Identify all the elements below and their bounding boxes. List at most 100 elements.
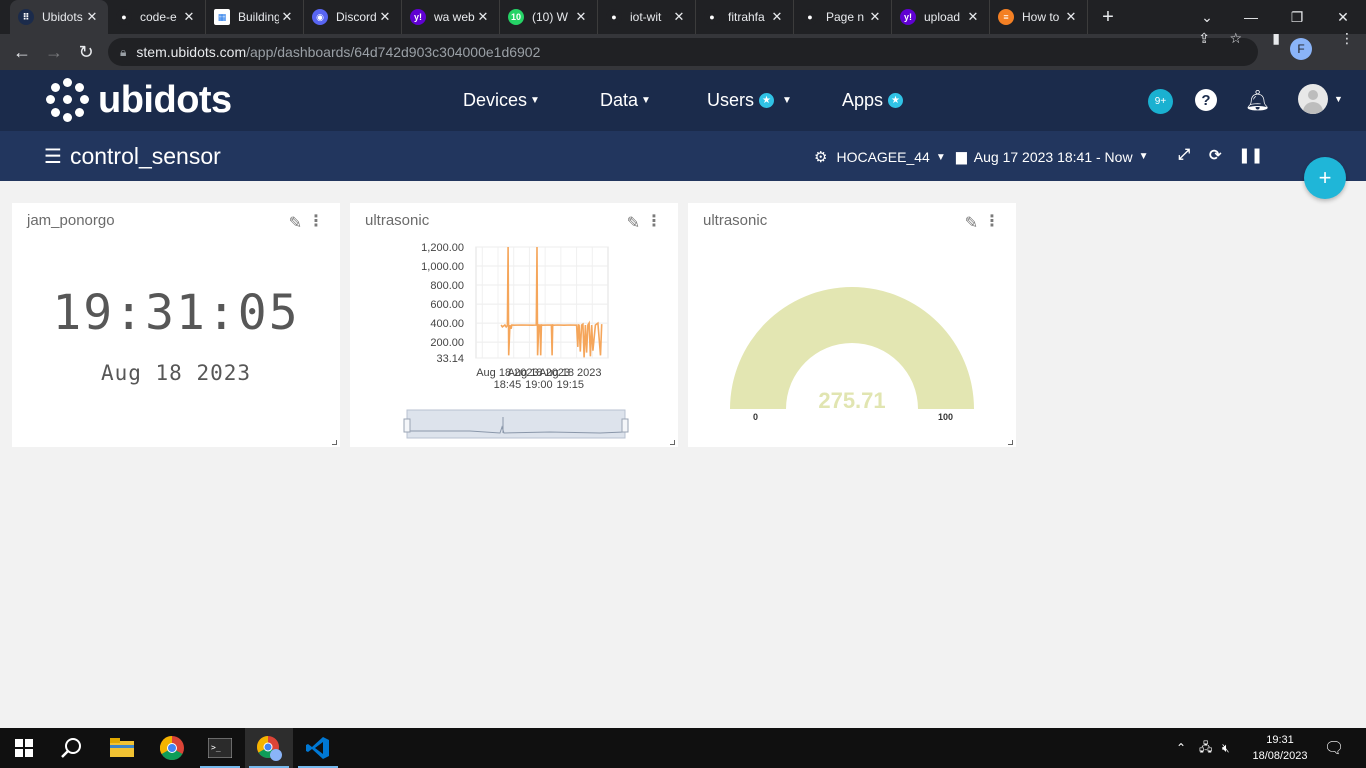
y-tick-label: 33.14 — [436, 353, 464, 365]
hamburger-icon[interactable]: ☰ — [44, 144, 62, 169]
nav-devices[interactable]: Devices ▼ — [463, 90, 540, 111]
browser-tab-label: wa web — [434, 10, 475, 24]
browser-tab[interactable]: y! wa web ✕ — [402, 0, 500, 34]
clock-time-text: 19:31 — [1266, 734, 1294, 746]
browser-tab-label: iot-wit — [630, 10, 662, 24]
date-range-selector[interactable]: ▆ Aug 17 2023 18:41 - Now ▼ — [956, 148, 1148, 165]
pause-icon[interactable]: ❚❚ — [1238, 146, 1263, 164]
resize-handle[interactable] — [332, 440, 337, 445]
line-chart[interactable]: 1,200.00 1,000.00 800.00 600.00 400.00 200.00… — [350, 203, 678, 447]
browser-tab[interactable]: ● iot-wit ✕ — [598, 0, 696, 34]
y-tick-label: 800.00 — [430, 280, 464, 292]
dashboard-title[interactable]: ☰ control_sensor — [44, 143, 221, 170]
browser-tab[interactable]: ◉ Discord ✕ — [304, 0, 402, 34]
caret-down-icon: ▼ — [530, 95, 540, 106]
browser-tab[interactable]: ● fitrahfa ✕ — [696, 0, 794, 34]
star-badge-icon: ★ — [888, 93, 904, 108]
nav-devices-label: Devices — [463, 90, 528, 110]
gauge-value: 275.71 — [818, 388, 886, 413]
browser-tab[interactable]: y! upload ✕ — [892, 0, 990, 34]
terminal-icon[interactable]: >_ — [196, 728, 244, 768]
close-tab-icon[interactable]: ✕ — [279, 9, 295, 25]
reload-icon[interactable]: ↻ — [70, 36, 102, 68]
menu-kebab-icon[interactable]: ⋮ — [1340, 30, 1354, 47]
network-icon[interactable]: 🖧︎ — [1199, 728, 1212, 768]
nav-apps[interactable]: Apps ★ — [842, 90, 904, 111]
browser-tab[interactable]: ▦ Building ✕ — [206, 0, 304, 34]
x-tick-label: 18:45 — [494, 379, 522, 391]
browser-tab-strip: ⠿ Ubidots ✕ ● code-e ✕ ▦ Building ✕ ◉ Discord ✕ y! wa… — [0, 0, 1366, 34]
ubidots-logo-text: ubidots — [98, 78, 232, 121]
help-icon[interactable]: ? — [1195, 89, 1217, 111]
browser-tab[interactable]: ⠿ Ubidots ✕ — [10, 0, 108, 34]
user-avatar[interactable] — [1298, 84, 1328, 114]
close-tab-icon[interactable]: ✕ — [84, 9, 100, 25]
yahoo-icon: y! — [900, 9, 916, 25]
close-tab-icon[interactable]: ✕ — [965, 9, 981, 25]
svg-text:>_: >_ — [211, 743, 221, 752]
system-clock[interactable]: 19:31 18/08/2023 — [1250, 732, 1310, 764]
y-tick-label: 400.00 — [430, 318, 464, 330]
y-tick-label: 1,200.00 — [421, 242, 464, 254]
more-options-icon[interactable]: ⋮ — [308, 211, 324, 231]
show-hidden-icons[interactable]: ⌃ — [1176, 728, 1186, 768]
resize-handle[interactable] — [1008, 440, 1013, 445]
windows-start-icon[interactable] — [0, 728, 48, 768]
close-tab-icon[interactable]: ✕ — [181, 9, 197, 25]
search-icon[interactable] — [48, 728, 96, 768]
clock-widget: jam_ponorgo ✎ ⋮ 19:31:05 Aug 18 2023 — [12, 203, 340, 447]
fullscreen-icon[interactable]: ⤢ — [1178, 146, 1190, 163]
browser-tab[interactable]: ● Page n ✕ — [794, 0, 892, 34]
caret-down-icon: ▼ — [782, 95, 792, 106]
close-tab-icon[interactable]: ✕ — [671, 9, 687, 25]
windows-taskbar: >_ ⌃ 🖧︎ 🔇︎ 19:31 18/08/2023 🗨︎ — [0, 728, 1366, 768]
pencil-icon[interactable]: ✎ — [289, 213, 302, 233]
close-tab-icon[interactable]: ✕ — [573, 9, 589, 25]
ubidots-header: ubidots Devices ▼ Data ▼ Users ★ ▼ Apps ★ 9+ … — [0, 70, 1366, 131]
add-widget-button[interactable]: + — [1304, 157, 1346, 199]
refresh-icon[interactable]: ⟳ — [1209, 146, 1222, 164]
vscode-icon[interactable] — [294, 728, 342, 768]
bell-icon[interactable]: 🔔︎ — [1245, 88, 1270, 113]
browser-tab[interactable]: 10 (10) W ✕ — [500, 0, 598, 34]
resize-handle[interactable] — [670, 440, 675, 445]
lock-icon: 🔒︎ — [120, 44, 127, 59]
bookmark-star-icon[interactable]: ☆ — [1229, 30, 1242, 47]
close-tab-icon[interactable]: ✕ — [867, 9, 883, 25]
device-selector-label: HOCAGEE_44 — [836, 149, 930, 165]
github-icon: ● — [802, 9, 818, 25]
nav-users[interactable]: Users ★ ▼ — [707, 90, 792, 111]
notifications-badge[interactable]: 9+ — [1148, 89, 1173, 114]
browser-tab-label: fitrahfa — [728, 10, 765, 24]
share-icon[interactable]: ⇪ — [1198, 30, 1210, 47]
volume-muted-icon[interactable]: 🔇︎ — [1222, 728, 1230, 768]
nav-data[interactable]: Data ▼ — [600, 90, 651, 111]
caret-down-icon[interactable]: ▼ — [1334, 94, 1343, 104]
back-icon[interactable]: ← — [6, 36, 38, 68]
close-tab-icon[interactable]: ✕ — [475, 9, 491, 25]
restore-icon[interactable]: ❐ — [1274, 0, 1320, 34]
chrome-icon[interactable] — [148, 728, 196, 768]
ubidots-logo[interactable]: ubidots — [46, 78, 232, 122]
url-host: stem.ubidots.com — [136, 44, 247, 60]
plot-area — [475, 246, 609, 359]
file-explorer-icon[interactable] — [98, 728, 146, 768]
notification-center-icon[interactable]: 🗨︎ — [1324, 728, 1344, 768]
side-panel-icon[interactable]: ▮ — [1272, 30, 1280, 47]
device-selector[interactable]: ⚙ HOCAGEE_44 ▼ — [814, 148, 946, 166]
profile-avatar[interactable]: F — [1290, 38, 1312, 60]
line-chart-widget: ultrasonic ✎ ⋮ 1,200.00 1,000.00 800.00 600… — [350, 203, 678, 447]
browser-tab[interactable]: ● code-e ✕ — [108, 0, 206, 34]
close-tab-icon[interactable]: ✕ — [769, 9, 785, 25]
close-tab-icon[interactable]: ✕ — [377, 9, 393, 25]
y-tick-label: 600.00 — [430, 299, 464, 311]
forward-icon[interactable]: → — [38, 36, 70, 68]
close-tab-icon[interactable]: ✕ — [1063, 9, 1079, 25]
tab-list: ⠿ Ubidots ✕ ● code-e ✕ ▦ Building ✕ ◉ Discord ✕ y! wa… — [0, 0, 1088, 34]
new-tab-button[interactable]: + — [1088, 0, 1128, 34]
browser-tab[interactable]: ≡ How to ✕ — [990, 0, 1088, 34]
address-bar[interactable]: 🔒︎ stem.ubidots.com/app/dashboards/64d74… — [108, 38, 1258, 66]
browser-tab-label: Ubidots — [42, 10, 83, 24]
chrome-profile-icon[interactable] — [245, 728, 293, 768]
dashboard-bar: ☰ control_sensor ⚙ HOCAGEE_44 ▼ ▆ Aug 17… — [0, 131, 1366, 181]
